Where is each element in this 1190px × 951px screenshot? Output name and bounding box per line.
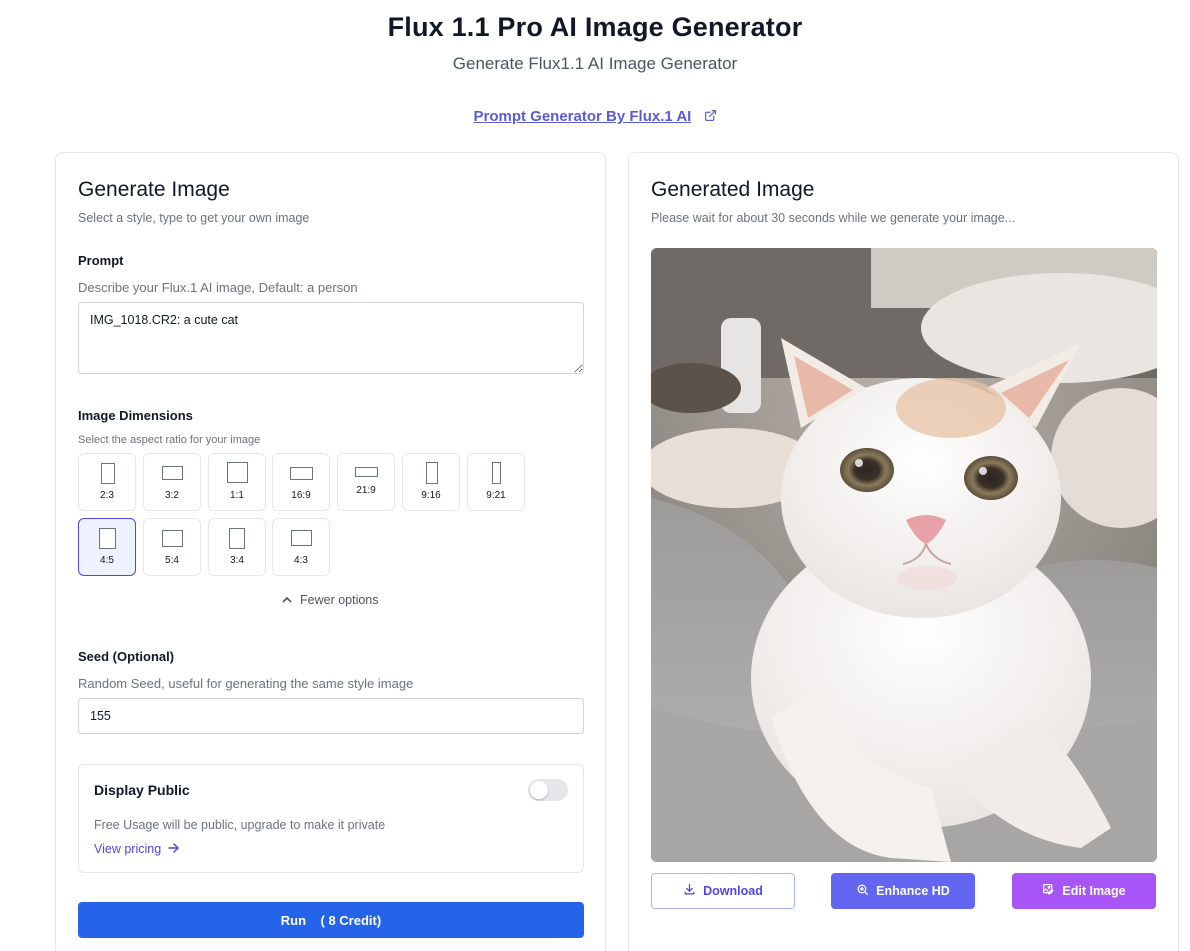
ratio-label: 4:3	[294, 555, 308, 566]
ratio-option-3-4[interactable]: 3:4	[208, 518, 266, 576]
ratio-shape-icon	[162, 530, 183, 547]
ratio-shape-icon	[227, 462, 248, 483]
display-public-panel: Display Public Free Usage will be public…	[78, 764, 584, 873]
generate-image-title: Generate Image	[78, 178, 230, 201]
view-pricing-link[interactable]: View pricing	[94, 842, 179, 856]
ratio-label: 21:9	[356, 485, 376, 496]
prompt-label: Prompt	[78, 253, 124, 268]
display-public-toggle[interactable]	[528, 779, 568, 801]
generated-image-description: Please wait for about 30 seconds while w…	[651, 211, 1016, 225]
prompt-generator-link-row: Prompt Generator By Flux.1 AI	[0, 108, 1190, 126]
ratio-option-16-9[interactable]: 16:9	[272, 453, 330, 511]
ratio-option-3-2[interactable]: 3:2	[143, 453, 201, 511]
ratio-option-4-3[interactable]: 4:3	[272, 518, 330, 576]
seed-help: Random Seed, useful for generating the s…	[78, 676, 414, 691]
toggle-knob	[530, 781, 548, 799]
run-button[interactable]: Run ( 8 Credit)	[78, 902, 584, 938]
ratio-shape-icon	[101, 463, 115, 484]
download-icon	[683, 883, 696, 899]
image-dimensions-help: Select the aspect ratio for your image	[78, 434, 261, 446]
ratio-option-9-16[interactable]: 9:16	[402, 453, 460, 511]
page-subtitle: Generate Flux1.1 AI Image Generator	[452, 54, 738, 73]
ratio-shape-icon	[229, 528, 245, 549]
display-public-description: Free Usage will be public, upgrade to ma…	[94, 818, 386, 832]
ratio-option-5-4[interactable]: 5:4	[143, 518, 201, 576]
download-label: Download	[703, 884, 763, 898]
generate-image-card: Generate Image Select a style, type to g…	[55, 152, 606, 951]
arrow-right-icon	[167, 842, 179, 856]
seed-label: Seed (Optional)	[78, 649, 175, 664]
seed-input[interactable]	[78, 698, 584, 734]
ratio-option-1-1[interactable]: 1:1	[208, 453, 266, 511]
ratio-label: 4:5	[100, 555, 114, 566]
ratio-option-2-3[interactable]: 2:3	[78, 453, 136, 511]
fewer-options-button[interactable]: Fewer options	[282, 592, 379, 607]
display-public-title: Display Public	[94, 782, 190, 798]
image-dimensions-label: Image Dimensions	[78, 408, 193, 423]
view-pricing-label: View pricing	[94, 842, 162, 856]
edit-image-label: Edit Image	[1062, 884, 1126, 898]
prompt-help: Describe your Flux.1 AI image, Default: …	[78, 280, 358, 295]
ratio-option-4-5[interactable]: 4:5	[78, 518, 136, 576]
enhance-hd-button[interactable]: Enhance HD	[831, 873, 975, 909]
ratio-label: 2:3	[100, 490, 114, 501]
ratio-label: 3:2	[165, 490, 179, 501]
ratio-shape-icon	[291, 530, 312, 546]
ratio-shape-icon	[492, 462, 501, 484]
generated-image-title: Generated Image	[651, 178, 815, 201]
ratio-shape-icon	[162, 466, 183, 480]
ratio-shape-icon	[290, 467, 313, 480]
generated-image	[651, 248, 1157, 862]
prompt-textarea[interactable]: IMG_1018.CR2: a cute cat	[78, 302, 584, 374]
enhance-hd-label: Enhance HD	[876, 884, 950, 898]
ratio-label: 9:16	[421, 490, 441, 501]
ratio-shape-icon	[355, 467, 378, 477]
ratio-label: 16:9	[291, 490, 311, 501]
download-button[interactable]: Download	[651, 873, 795, 909]
ratio-option-9-21[interactable]: 9:21	[467, 453, 525, 511]
page-title: Flux 1.1 Pro AI Image Generator	[387, 12, 803, 42]
edit-image-button[interactable]: Edit Image	[1012, 873, 1156, 909]
zoom-in-icon	[856, 883, 869, 899]
ratio-label: 9:21	[486, 490, 506, 501]
prompt-generator-link[interactable]: Prompt Generator By Flux.1 AI	[474, 108, 692, 125]
external-link-icon[interactable]	[704, 109, 717, 126]
ratio-shape-icon	[99, 528, 116, 549]
ratio-label: 5:4	[165, 555, 179, 566]
chevron-up-icon	[282, 592, 292, 606]
ratio-label: 1:1	[230, 490, 244, 501]
ratio-shape-icon	[426, 462, 438, 484]
generated-image-card: Generated Image Please wait for about 30…	[628, 152, 1179, 951]
cat-photo-illustration	[651, 248, 1157, 862]
ratio-option-21-9[interactable]: 21:9	[337, 453, 395, 511]
image-edit-icon	[1042, 883, 1055, 899]
fewer-options-label: Fewer options	[300, 593, 379, 607]
generate-image-description: Select a style, type to get your own ima…	[78, 211, 310, 225]
ratio-label: 3:4	[230, 555, 244, 566]
